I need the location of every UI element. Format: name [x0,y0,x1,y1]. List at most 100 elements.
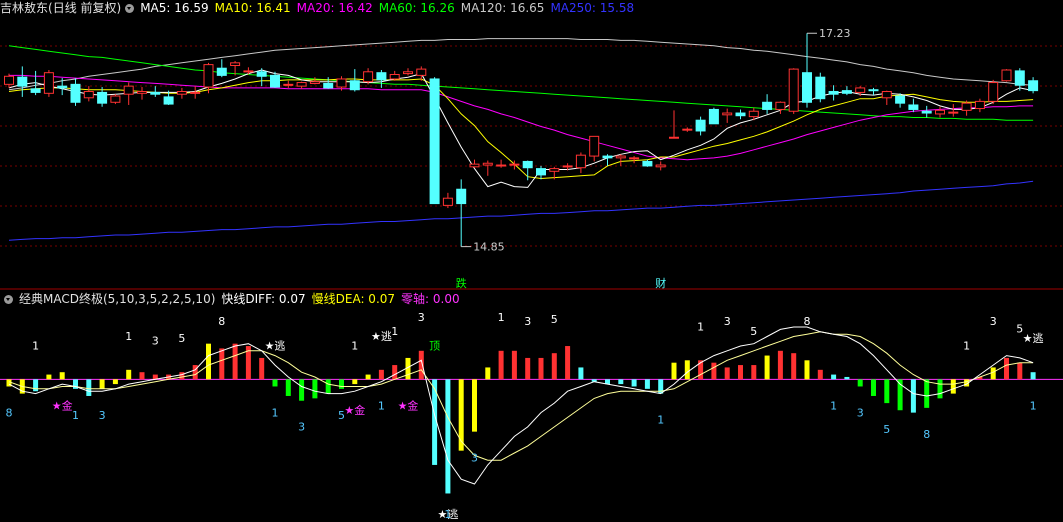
macd-histogram-bar [884,379,890,404]
macd-histogram-bar [86,379,92,396]
candle-body [150,91,161,95]
macd-signal-label: 3 [524,315,531,328]
candle-body [522,160,533,169]
candle-body [97,91,108,104]
candle-body [256,71,267,77]
candle-body [336,78,347,88]
candle-body [243,70,254,73]
candle-body [748,110,759,118]
candle-body [562,165,573,168]
candle-body [363,71,374,83]
macd-histogram-bar [378,369,384,380]
macd-histogram-bar [671,362,677,380]
macd-histogram-bar [325,379,331,394]
macd-histogram-bar [1030,372,1036,380]
macd-signal-label: ★金 [344,403,365,417]
candle-body [815,76,826,100]
candle-body [629,157,640,160]
macd-signal-label: 3 [990,315,997,328]
macd-signal-label: 5 [883,423,890,436]
macd-signal-label: 1 [444,508,451,521]
macd-histogram-bar [299,379,305,401]
candle-body [775,101,786,110]
macd-signal-label: 1 [125,330,132,343]
candle-body [921,110,932,114]
macd-histogram-bar [1017,362,1023,380]
macd-histogram-bar [924,379,930,408]
macd-histogram-bar [817,369,823,380]
candle-body [43,72,54,94]
candle-body [163,96,174,105]
ma250-line [8,180,1034,241]
macd-histogram-bar [285,379,291,396]
candle-body [735,112,746,117]
macd-diff-line [8,326,1034,485]
macd-histogram-bar [684,360,690,380]
candle-body [509,163,520,166]
stock-chart[interactable]: 17.2314.85跌 财81★金1 31 3 58★逃1351★金 1★逃 1★金3顶★逃… [0,0,1063,522]
candle-body [416,68,427,76]
candle-body [456,188,467,205]
macd-histogram-bar [831,374,837,380]
macd-histogram-bar [99,379,105,389]
macd-signal-label: 1 [32,339,39,352]
macd-signal-label: 1 [697,320,704,333]
macd-signal-label: 1 [657,414,664,427]
macd-histogram-bar [206,343,211,380]
low-price-label: 14.85 [473,241,505,254]
macd-histogram-bar [365,374,371,380]
macd-histogram-bar [791,353,797,380]
macd-histogram-bar [179,372,185,380]
macd-signal-label: 3 [298,421,305,434]
macd-signal-label: 3 [418,311,425,324]
candle-body [1014,70,1025,86]
macd-histogram-bar [578,367,584,380]
candle-body [708,108,719,125]
macd-signal-label: 1 [498,311,505,324]
candle-body [841,90,852,94]
macd-histogram-bar [59,372,65,380]
candle-body [30,88,41,93]
candle-body [961,102,972,111]
candle-body [695,119,706,132]
candle-body [283,83,294,86]
candle-body [137,91,147,94]
candle-body [349,80,360,91]
macd-histogram-bar [498,350,504,380]
candle-body [403,71,413,75]
macd-signal-label: 8 [6,406,13,419]
candle-body [722,112,733,116]
ma20-line [9,74,1034,161]
macd-histogram-bar [259,357,265,380]
macd-histogram-bar [538,357,544,380]
macd-signal-label: 1 [351,339,358,352]
macd-histogram-bar [339,379,344,389]
candle-body [935,109,945,115]
candle-body [17,76,28,87]
macd-signal-label: 1 [272,406,279,419]
macd-histogram-bar [272,379,278,387]
candle-body [908,104,919,110]
macd-histogram-bar [857,379,863,387]
candle-body [536,168,546,176]
macd-histogram-bar [738,365,743,380]
candle-body [881,91,892,99]
candle-body [296,82,307,87]
macd-signal-label: 8 [218,315,225,328]
ma60-line [8,45,1034,121]
high-price-label: 17.23 [819,27,851,40]
candle-body [496,164,507,167]
macd-signal-label: ★逃 [265,339,286,352]
macd-signal-label: 3 [99,409,106,422]
macd-histogram-bar [937,379,943,399]
macd-histogram-bar [804,360,810,380]
candle-body [655,164,666,168]
macd-histogram-bar [950,379,956,394]
macd-histogram-bar [1004,357,1009,380]
candle-body [270,74,280,88]
candle-body [442,197,453,206]
macd-signal-label: 顶 [429,339,440,352]
macd-histogram-bar [139,372,145,380]
macd-signal-label: 1 [72,409,79,422]
macd-histogram-bar [777,350,783,380]
